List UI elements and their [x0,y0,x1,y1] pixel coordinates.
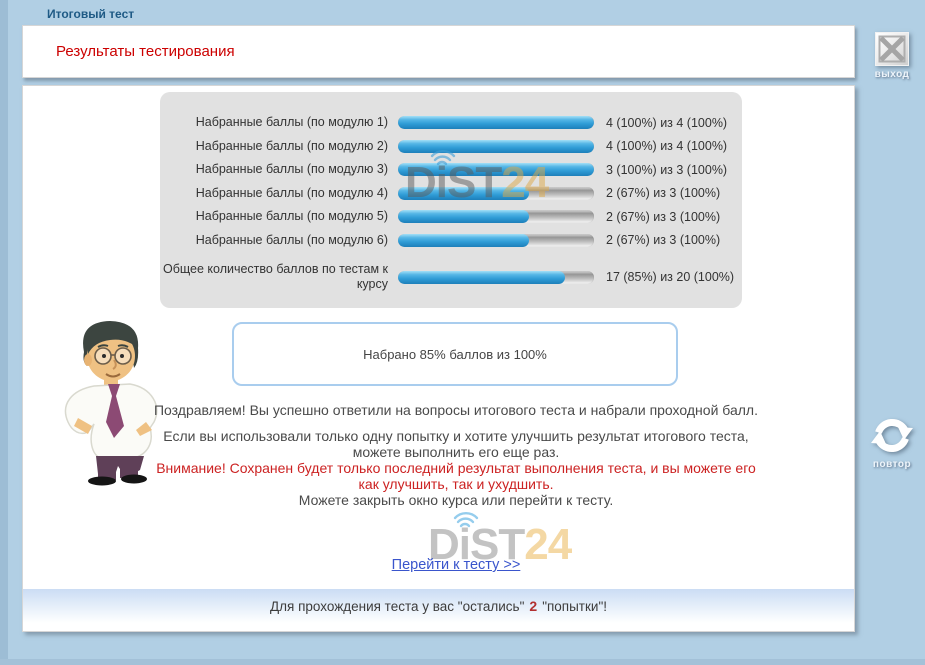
result-messages: Поздравляем! Вы успешно ответили на вопр… [150,402,762,508]
exit-button-label[interactable]: выход [862,69,922,80]
progress-bar-track [398,234,594,247]
result-row: Набранные баллы (по модулю 6) 2 (67%) из… [160,229,742,253]
progress-bar-track [398,116,594,129]
result-row: Набранные баллы (по модулю 2) 4 (100%) и… [160,135,742,159]
progress-bar-track [398,187,594,200]
attempts-count: 2 [529,598,537,614]
result-row-value: 17 (85%) из 20 (100%) [606,270,734,284]
score-box-text: Набрано 85% баллов из 100% [363,347,547,362]
result-row-value: 4 (100%) из 4 (100%) [606,139,727,153]
window-left-edge [0,0,8,665]
go-to-test-link[interactable]: Перейти к тесту >> [392,557,521,573]
progress-bar-fill [398,140,594,153]
result-row-value: 2 (67%) из 3 (100%) [606,210,720,224]
result-row-label: Набранные баллы (по модулю 4) [160,186,398,201]
result-row-label: Набранные баллы (по модулю 3) [160,162,398,177]
result-row-label: Набранные баллы (по модулю 5) [160,209,398,224]
result-row-value: 4 (100%) из 4 (100%) [606,116,727,130]
warning-text: Внимание! Сохранен будет только последни… [150,460,762,492]
progress-bar-fill [398,210,529,223]
results-panel: Набранные баллы (по модулю 1) 4 (100%) и… [160,92,742,308]
result-row: Набранные баллы (по модулю 4) 2 (67%) из… [160,182,742,206]
page-title: Результаты тестирования [56,43,235,60]
congrats-text: Поздравляем! Вы успешно ответили на вопр… [150,402,762,418]
progress-bar-fill [398,271,565,284]
result-row: Набранные баллы (по модулю 3) 3 (100%) и… [160,158,742,182]
attempts-prefix: Для прохождения теста у вас "остались" [270,599,524,614]
retry-info-text: Если вы использовали только одну попытку… [150,428,762,460]
result-row: Общее количество баллов по тестам к курс… [160,259,742,295]
window-bottom-edge [0,659,925,665]
progress-bar-track [398,163,594,176]
progress-bar-fill [398,163,594,176]
progress-bar-fill [398,116,594,129]
close-icon[interactable] [875,32,909,66]
exit-button[interactable]: выход [862,32,922,80]
result-row-label: Набранные баллы (по модулю 1) [160,115,398,130]
result-row-value: 2 (67%) из 3 (100%) [606,186,720,200]
refresh-icon [869,414,915,456]
result-row-label: Набранные баллы (по модулю 6) [160,233,398,248]
result-row: Набранные баллы (по модулю 1) 4 (100%) и… [160,111,742,135]
progress-bar-track [398,271,594,284]
score-box: Набрано 85% баллов из 100% [232,322,678,386]
window-title: Итоговый тест [47,7,134,21]
progress-bar-fill [398,187,529,200]
result-row-value: 2 (67%) из 3 (100%) [606,233,720,247]
attempts-suffix: "попытки"! [542,599,607,614]
attempts-bar: Для прохождения теста у вас "остались" 2 "… [23,589,854,623]
progress-bar-fill [398,234,529,247]
go-to-test-link-row: Перейти к тесту >> [150,556,762,574]
result-row-value: 3 (100%) из 3 (100%) [606,163,727,177]
progress-bar-track [398,210,594,223]
header-panel: Результаты тестирования [22,25,855,78]
closing-text: Можете закрыть окно курса или перейти к … [150,492,762,508]
repeat-button-label[interactable]: повтор [862,459,922,470]
test-results-screen: Итоговый тест Результаты тестирования вы… [0,0,925,665]
result-row-label: Общее количество баллов по тестам к курс… [160,262,398,292]
result-row: Набранные баллы (по модулю 5) 2 (67%) из… [160,205,742,229]
progress-bar-track [398,140,594,153]
repeat-button[interactable]: повтор [862,414,922,470]
result-row-label: Набранные баллы (по модулю 2) [160,139,398,154]
